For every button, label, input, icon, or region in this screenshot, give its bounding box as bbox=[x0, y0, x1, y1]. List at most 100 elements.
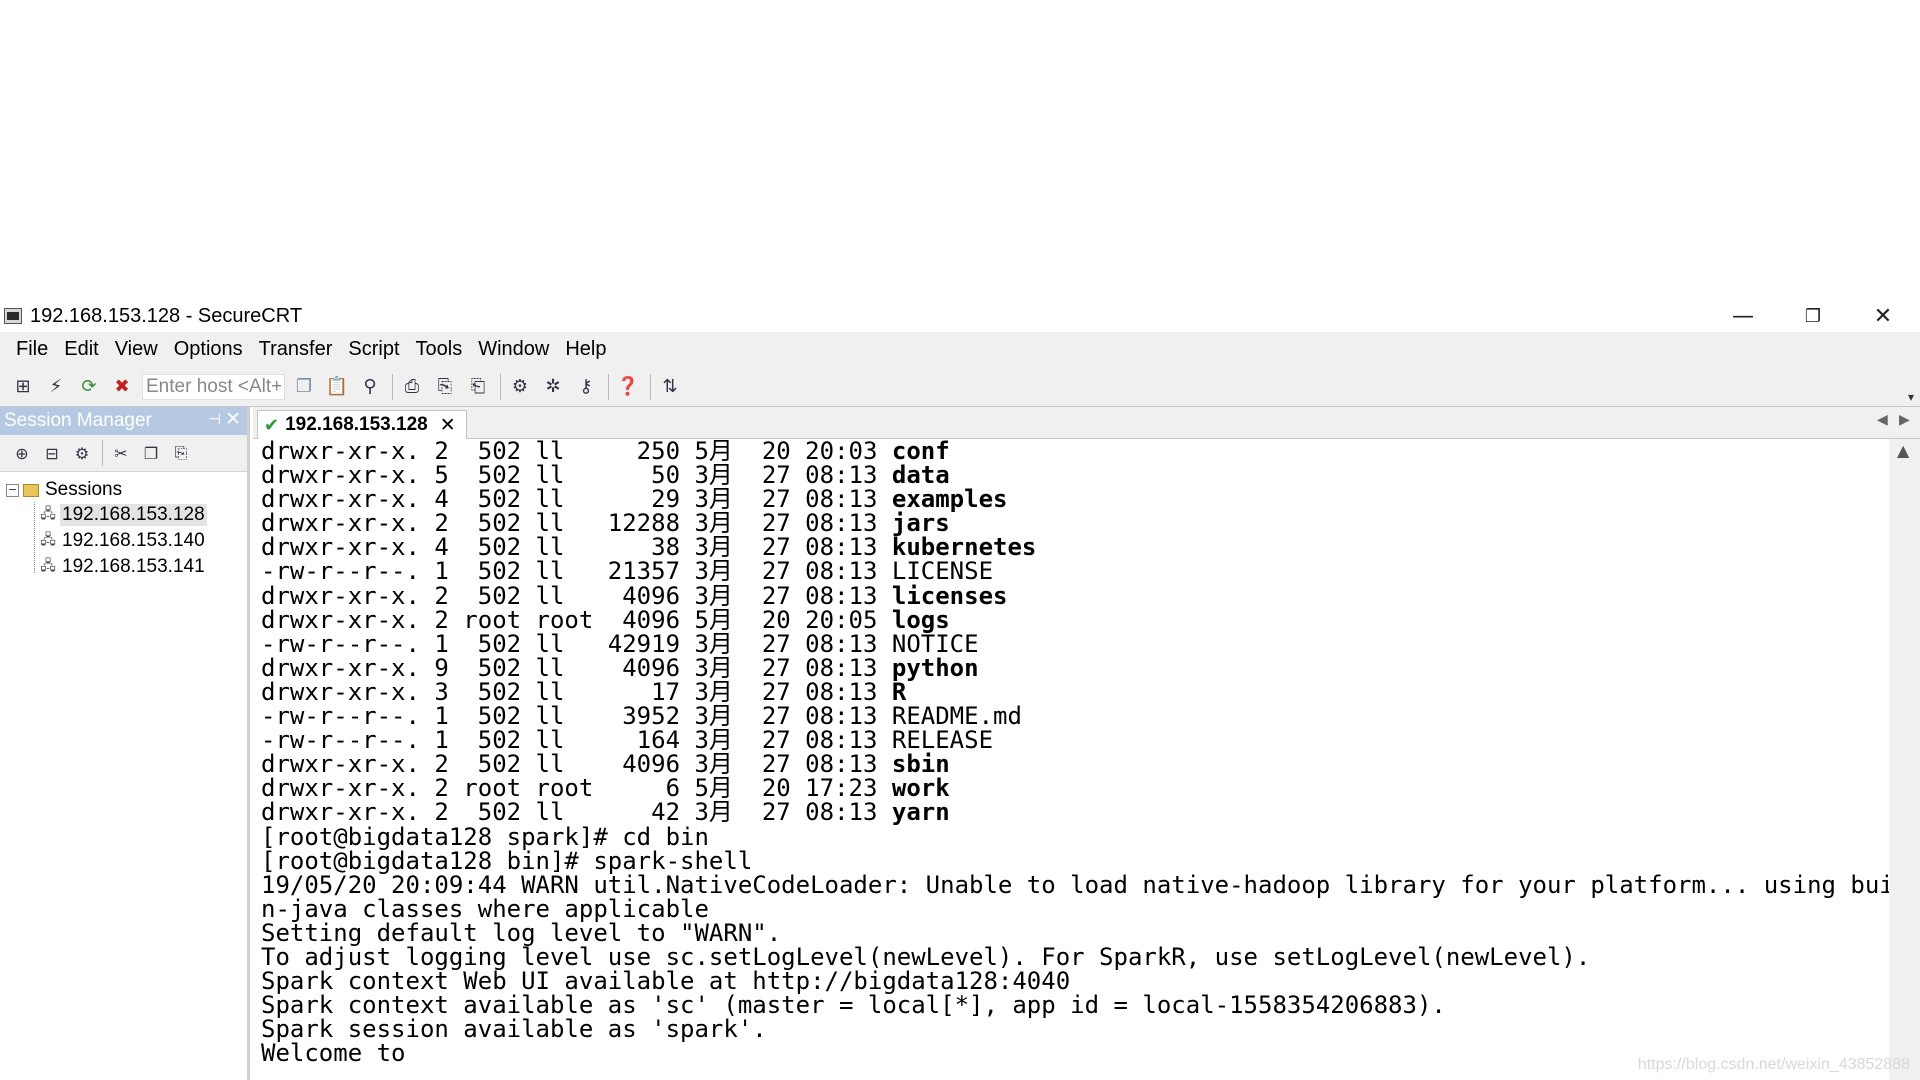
terminal-line: drwxr-xr-x. 2 502 ll 12288 3月 27 08:13 j… bbox=[261, 511, 1889, 535]
close-panel-icon[interactable]: ✕ bbox=[225, 408, 241, 430]
collapse-icon[interactable]: − bbox=[6, 483, 19, 497]
minimize-button[interactable]: — bbox=[1708, 300, 1778, 332]
print-setup-icon[interactable]: ⎗ bbox=[465, 374, 491, 400]
print-selection-icon[interactable]: ⎘ bbox=[432, 374, 458, 400]
toolbar-separator bbox=[500, 373, 501, 400]
directory-name: yarn bbox=[891, 798, 950, 827]
sftp-icon[interactable]: ⇅ bbox=[657, 374, 683, 400]
sessions-folder-label: Sessions bbox=[45, 479, 123, 500]
terminal-line: drwxr-xr-x. 9 502 ll 4096 3月 27 08:13 py… bbox=[261, 656, 1889, 680]
window-title: 192.168.153.128 - SecureCRT bbox=[30, 305, 303, 327]
terminal-line: -rw-r--r--. 1 502 ll 42919 3月 27 08:13 N… bbox=[261, 632, 1889, 656]
sessions-folder[interactable]: − Sessions bbox=[0, 478, 247, 502]
toolbar-separator bbox=[392, 373, 393, 400]
terminal-line: Setting default log level to "WARN". bbox=[261, 921, 1889, 945]
menu-script[interactable]: Script bbox=[340, 338, 407, 361]
securecrt-app-icon bbox=[4, 308, 22, 324]
session-tree: − Sessions 🖧 192.168.153.128 🖧 192.168.1… bbox=[0, 472, 247, 580]
session-tab-bar: ✔ 192.168.153.128 ✕ ◀ ▶ bbox=[253, 407, 1920, 439]
connect-icon[interactable]: ⊞ bbox=[10, 374, 36, 400]
terminal-line-text: Welcome to bbox=[261, 1039, 406, 1068]
terminal-line: -rw-r--r--. 1 502 ll 164 3月 27 08:13 REL… bbox=[261, 728, 1889, 752]
terminal-line: -rw-r--r--. 1 502 ll 3952 3月 27 08:13 RE… bbox=[261, 704, 1889, 728]
cut-icon[interactable]: ✂ bbox=[109, 441, 133, 465]
menu-bar: File Edit View Options Transfer Script T… bbox=[0, 332, 1920, 367]
restore-button[interactable]: ❐ bbox=[1778, 300, 1848, 332]
toolbar-separator bbox=[650, 373, 651, 400]
session-icon: 🖧 bbox=[40, 506, 56, 522]
menu-file[interactable]: File bbox=[8, 338, 56, 361]
session-manager-header: Session Manager ⊣ ✕ bbox=[0, 407, 247, 435]
pin-icon[interactable]: ⊣ bbox=[208, 410, 221, 428]
menu-view[interactable]: View bbox=[107, 338, 166, 361]
properties-icon[interactable]: ⚙ bbox=[70, 441, 94, 465]
session-manager-toolbar: ⊕ ⊟ ⚙ ✂ ❐ ⎘ bbox=[0, 435, 247, 472]
menu-help[interactable]: Help bbox=[557, 338, 614, 361]
terminal-line: [root@bigdata128 bin]# spark-shell bbox=[261, 849, 1889, 873]
host-input[interactable] bbox=[142, 373, 285, 400]
session-host-label: 192.168.153.140 bbox=[62, 530, 205, 551]
terminal-line: drwxr-xr-x. 2 root root 6 5月 20 17:23 wo… bbox=[261, 776, 1889, 800]
session-options-icon[interactable]: ⚙ bbox=[507, 374, 533, 400]
terminal-line: To adjust logging level use sc.setLogLev… bbox=[261, 945, 1889, 969]
quick-connect-icon[interactable]: ⚡ bbox=[43, 374, 69, 400]
menu-transfer[interactable]: Transfer bbox=[251, 338, 341, 361]
toolbar-separator bbox=[608, 373, 609, 400]
terminal-line: -rw-r--r--. 1 502 ll 21357 3月 27 08:13 L… bbox=[261, 559, 1889, 583]
terminal-line: drwxr-xr-x. 2 502 ll 4096 3月 27 08:13 li… bbox=[261, 584, 1889, 608]
disconnect-icon[interactable]: ✖ bbox=[109, 374, 135, 400]
session-item[interactable]: 🖧 192.168.153.140 bbox=[40, 528, 247, 554]
tab-label: 192.168.153.128 bbox=[285, 414, 428, 435]
terminal-line: n-java classes where applicable bbox=[261, 897, 1889, 921]
terminal-line: drwxr-xr-x. 3 502 ll 17 3月 27 08:13 R bbox=[261, 680, 1889, 704]
terminal-line: drwxr-xr-x. 4 502 ll 29 3月 27 08:13 exam… bbox=[261, 487, 1889, 511]
menu-window[interactable]: Window bbox=[470, 338, 557, 361]
folder-icon bbox=[23, 483, 39, 497]
new-session-icon[interactable]: ⊕ bbox=[10, 441, 34, 465]
toolbar-overflow-icon[interactable]: ▾ bbox=[1908, 390, 1914, 404]
toolbar-separator bbox=[102, 440, 103, 466]
tab-session[interactable]: ✔ 192.168.153.128 ✕ bbox=[257, 410, 467, 439]
terminal-line: Spark context Web UI available at http:/… bbox=[261, 969, 1889, 993]
terminal-lines: drwxr-xr-x. 2 502 ll 250 5月 20 20:03 con… bbox=[261, 439, 1889, 1065]
tab-scroll-right-icon[interactable]: ▶ bbox=[1899, 412, 1910, 428]
watermark: https://blog.csdn.net/weixin_43852888 bbox=[1637, 1056, 1910, 1073]
copy-icon[interactable]: ❐ bbox=[139, 441, 163, 465]
session-icon: 🖧 bbox=[40, 532, 56, 548]
terminal-line: Spark context available as 'sc' (master … bbox=[261, 993, 1889, 1017]
menu-edit[interactable]: Edit bbox=[56, 338, 106, 361]
terminal-line: drwxr-xr-x. 5 502 ll 50 3月 27 08:13 data bbox=[261, 463, 1889, 487]
securecrt-window: 192.168.153.128 - SecureCRT — ❐ ✕ File E… bbox=[0, 300, 1920, 1080]
paste-icon[interactable]: 📋 bbox=[324, 374, 350, 400]
vertical-scrollbar[interactable]: ▲ bbox=[1889, 439, 1920, 1080]
tree-connector bbox=[34, 502, 35, 573]
new-folder-icon[interactable]: ⊟ bbox=[40, 441, 64, 465]
help-icon[interactable]: ❓ bbox=[615, 374, 641, 400]
session-manager-title: Session Manager bbox=[4, 410, 152, 431]
terminal-line: Spark session available as 'spark'. bbox=[261, 1017, 1889, 1041]
session-host-label: 192.168.153.128 bbox=[60, 504, 207, 526]
menu-options[interactable]: Options bbox=[166, 338, 251, 361]
find-icon[interactable]: ⚲ bbox=[357, 374, 383, 400]
main-toolbar: ⊞ ⚡ ⟳ ✖ ❐ 📋 ⚲ ⎙ ⎘ ⎗ ⚙ ✲ ⚷ ❓ ⇅ ▾ bbox=[0, 367, 1920, 407]
close-tab-icon[interactable]: ✕ bbox=[440, 414, 456, 436]
session-manager-panel: Session Manager ⊣ ✕ ⊕ ⊟ ⚙ ✂ ❐ ⎘ − Sessio… bbox=[0, 407, 250, 1080]
session-item[interactable]: 🖧 192.168.153.141 bbox=[40, 554, 247, 580]
tab-scroll-left-icon[interactable]: ◀ bbox=[1877, 412, 1888, 428]
close-window-button[interactable]: ✕ bbox=[1848, 300, 1918, 332]
reconnect-icon[interactable]: ⟳ bbox=[76, 374, 102, 400]
connected-check-icon: ✔ bbox=[264, 414, 280, 436]
scroll-up-icon[interactable]: ▲ bbox=[1897, 441, 1909, 460]
terminal-output[interactable]: drwxr-xr-x. 2 502 ll 250 5月 20 20:03 con… bbox=[253, 439, 1889, 1080]
terminal-line: drwxr-xr-x. 4 502 ll 38 3月 27 08:13 kube… bbox=[261, 535, 1889, 559]
title-bar: 192.168.153.128 - SecureCRT — ❐ ✕ bbox=[0, 300, 1920, 332]
global-options-icon[interactable]: ✲ bbox=[540, 374, 566, 400]
paste-icon[interactable]: ⎘ bbox=[169, 441, 193, 465]
session-icon: 🖧 bbox=[40, 558, 56, 574]
copy-icon[interactable]: ❐ bbox=[291, 374, 317, 400]
menu-tools[interactable]: Tools bbox=[408, 338, 471, 361]
terminal-line: drwxr-xr-x. 2 502 ll 42 3月 27 08:13 yarn bbox=[261, 800, 1889, 824]
print-icon[interactable]: ⎙ bbox=[399, 374, 425, 400]
session-item[interactable]: 🖧 192.168.153.128 bbox=[40, 502, 247, 528]
keymap-icon[interactable]: ⚷ bbox=[573, 374, 599, 400]
